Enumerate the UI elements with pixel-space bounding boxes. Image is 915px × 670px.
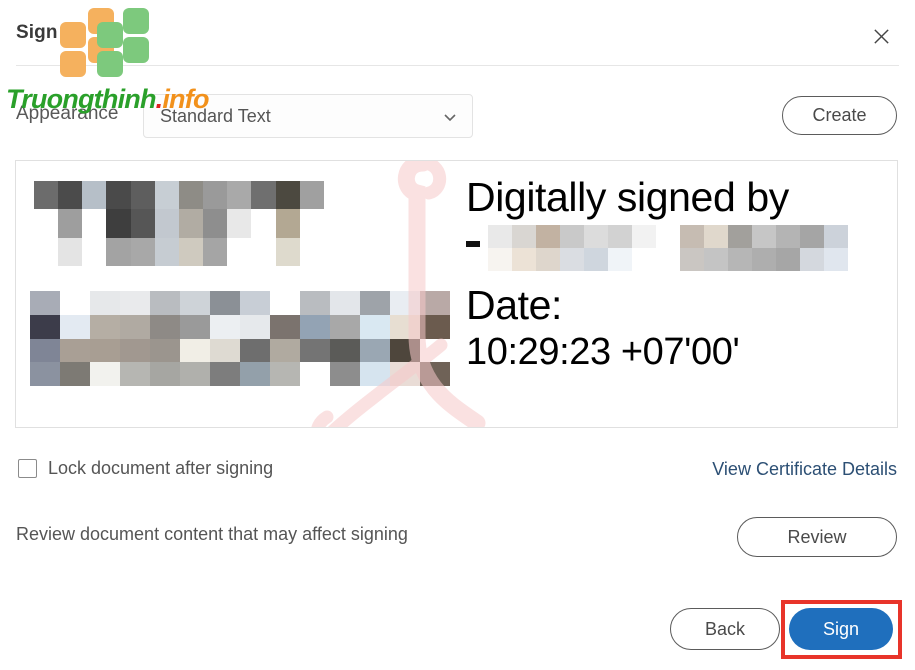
date-value-line: 10:29:23 +07'00' [466, 330, 740, 373]
lock-document-checkbox-row[interactable]: Lock document after signing [18, 458, 273, 479]
review-description: Review document content that may affect … [16, 524, 408, 544]
sign-as-label: Sign as [16, 22, 85, 43]
redacted-signer-name [488, 225, 848, 272]
signature-preview-image [16, 161, 486, 427]
chevron-down-icon [442, 109, 458, 125]
lock-document-label: Lock document after signing [48, 458, 274, 478]
digitally-signed-by-line: Digitally signed by [466, 174, 789, 220]
back-button[interactable]: Back [670, 608, 780, 650]
appearance-label: Appearance [16, 103, 119, 124]
review-button[interactable]: Review [737, 517, 897, 557]
lock-document-checkbox[interactable] [18, 459, 37, 478]
appearance-select[interactable]: Standard Text [143, 94, 473, 138]
header-divider [16, 65, 899, 66]
redacted-signature-bottom [30, 291, 450, 386]
dialog-header: Sign as [0, 0, 915, 66]
appearance-selected-value: Standard Text [160, 106, 271, 126]
sign-button[interactable]: Sign [789, 608, 893, 650]
signature-preview-text: Digitally signed by Date: 10:29:23 +07'0… [466, 161, 897, 427]
signature-preview[interactable]: Digitally signed by Date: 10:29:23 +07'0… [15, 160, 898, 428]
redacted-signature-top [34, 181, 324, 266]
date-label-line: Date: [466, 282, 562, 329]
view-certificate-details-link[interactable]: View Certificate Details [712, 459, 897, 480]
sign-as-value[interactable] [110, 16, 298, 54]
sign-document-dialog: Sign as Appearance Standard Text Create [0, 0, 915, 670]
create-button[interactable]: Create [782, 96, 897, 135]
close-icon[interactable] [867, 22, 895, 50]
